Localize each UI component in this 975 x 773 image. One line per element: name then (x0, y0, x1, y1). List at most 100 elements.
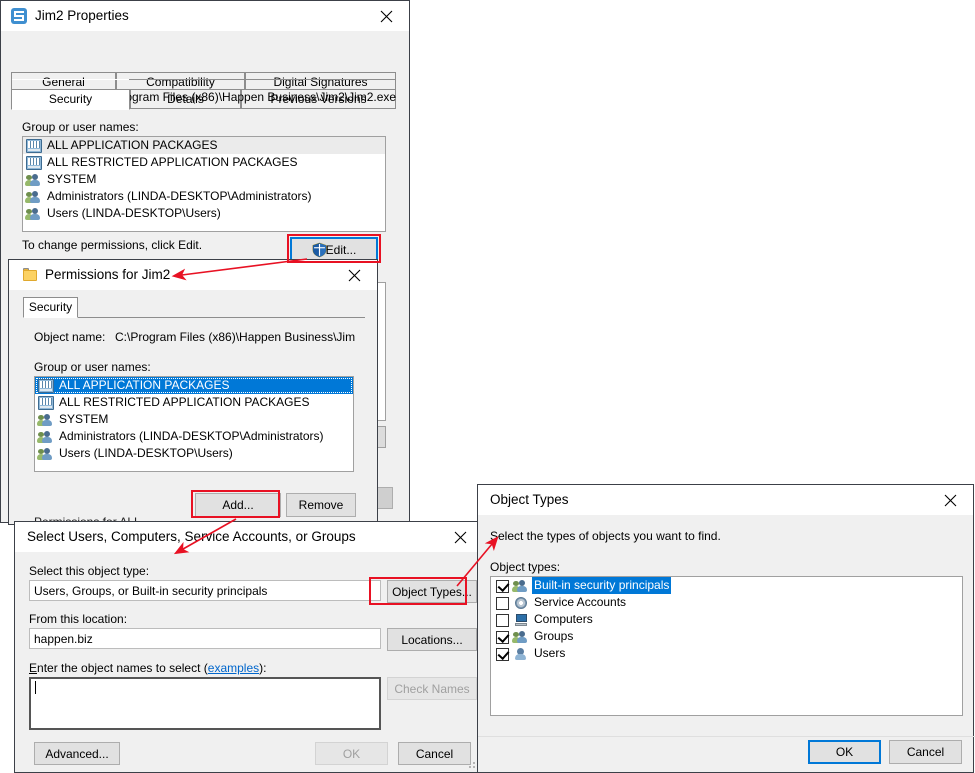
close-icon (380, 10, 393, 23)
select-users-window[interactable]: Select Users, Computers, Service Account… (14, 521, 484, 773)
object-type-row[interactable]: Built-in security principals (491, 577, 962, 594)
enter-names-label: Enter the object names to select (exampl… (29, 661, 266, 675)
group-icon (513, 579, 529, 593)
list-item[interactable]: ALL APPLICATION PACKAGES (35, 377, 353, 394)
service-gear-icon (513, 596, 529, 610)
location-field[interactable]: happen.biz (29, 628, 381, 649)
group-icon (26, 173, 42, 187)
remove-button[interactable]: Remove (286, 493, 356, 517)
tab-sel-notch (12, 79, 129, 80)
group-icon (513, 630, 529, 644)
properties-group-list[interactable]: ALL APPLICATION PACKAGES ALL RESTRICTED … (22, 136, 386, 232)
select-users-ok-button[interactable]: OK (315, 742, 388, 765)
permissions-title-bar[interactable]: Permissions for Jim2 (9, 260, 377, 290)
list-item[interactable]: ALL RESTRICTED APPLICATION PACKAGES (23, 154, 385, 171)
locations-button-label: Locations... (388, 633, 476, 647)
properties-object-name-value: C:\Program Files (x86)\Happen Business\J… (98, 90, 396, 104)
object-types-title: Object Types (490, 492, 569, 507)
from-location-label: From this location: (29, 612, 127, 626)
group-icon (38, 430, 54, 444)
permissions-group-list[interactable]: ALL APPLICATION PACKAGES ALL RESTRICTED … (34, 376, 354, 472)
object-type-label: Users (532, 645, 567, 662)
check-names-button-label: Check Names (388, 682, 476, 696)
object-types-ok-label: OK (810, 745, 879, 759)
checkbox-built-in-security-principals[interactable] (496, 580, 509, 593)
properties-hint: To change permissions, click Edit. (22, 238, 202, 252)
close-icon (348, 269, 361, 282)
edit-button-label: Edit... (306, 243, 376, 257)
select-users-cancel-button[interactable]: Cancel (398, 742, 471, 765)
checkbox-service-accounts[interactable] (496, 597, 509, 610)
object-type-label: Service Accounts (532, 594, 628, 611)
group-icon (26, 190, 42, 204)
properties-title-bar[interactable]: Jim2 Properties (1, 1, 409, 31)
user-icon (513, 647, 529, 661)
group-icon (38, 413, 54, 427)
permissions-object-name-value: C:\Program Files (x86)\Happen Business\J… (115, 330, 355, 344)
permissions-window[interactable]: Permissions for Jim2 Security Object nam… (8, 259, 378, 525)
app-packages-icon (38, 379, 54, 393)
list-item[interactable]: ALL RESTRICTED APPLICATION PACKAGES (35, 394, 353, 411)
checkbox-computers[interactable] (496, 614, 509, 627)
object-type-row[interactable]: Users (491, 645, 962, 662)
folder-icon (23, 268, 38, 281)
object-type-row[interactable]: Groups (491, 628, 962, 645)
group-icon (26, 207, 42, 221)
add-button[interactable]: Add... (195, 493, 281, 517)
select-users-ok-label: OK (316, 747, 387, 761)
group-icon (38, 447, 54, 461)
object-type-field[interactable]: Users, Groups, or Built-in security prin… (29, 580, 381, 601)
advanced-button-label: Advanced... (35, 747, 119, 761)
list-item[interactable]: SYSTEM (23, 171, 385, 188)
properties-close-button[interactable] (365, 1, 409, 31)
check-names-button[interactable]: Check Names (387, 677, 477, 700)
list-item[interactable]: SYSTEM (35, 411, 353, 428)
app-packages-icon (38, 396, 54, 410)
close-icon (944, 494, 957, 507)
object-types-title-bar[interactable]: Object Types (478, 485, 973, 515)
examples-link[interactable]: examples (208, 661, 259, 675)
object-type-row[interactable]: Computers (491, 611, 962, 628)
checkbox-groups[interactable] (496, 631, 509, 644)
object-types-window[interactable]: Object Types Select the types of objects… (477, 484, 974, 773)
advanced-button[interactable]: Advanced... (34, 742, 120, 765)
list-item[interactable]: ALL APPLICATION PACKAGES (23, 137, 385, 154)
object-type-row[interactable]: Service Accounts (491, 594, 962, 611)
text-caret (35, 681, 36, 694)
computer-icon (513, 613, 529, 627)
object-type-label: Groups (532, 628, 575, 645)
object-names-input[interactable] (29, 677, 381, 730)
permissions-close-button[interactable] (333, 260, 377, 290)
add-button-label: Add... (196, 498, 280, 512)
list-item[interactable]: Administrators (LINDA-DESKTOP\Administra… (23, 188, 385, 205)
object-types-list-label: Object types: (490, 560, 560, 574)
object-type-label: Computers (532, 611, 595, 628)
checkbox-users[interactable] (496, 648, 509, 661)
object-types-cancel-button[interactable]: Cancel (889, 740, 962, 764)
object-types-button[interactable]: Object Types... (387, 580, 477, 603)
object-type-label: Built-in security principals (532, 577, 671, 594)
tab-security[interactable]: Security (11, 89, 130, 110)
select-users-title-bar[interactable]: Select Users, Computers, Service Account… (15, 522, 483, 552)
perm-tab-notch (24, 317, 77, 318)
button-bar-divider (478, 736, 975, 737)
object-types-cancel-label: Cancel (890, 745, 961, 759)
app-packages-icon (26, 156, 42, 170)
tab-security[interactable]: Security (23, 297, 78, 318)
jim2-app-icon (11, 8, 27, 24)
object-type-label: Select this object type: (29, 564, 149, 578)
properties-title: Jim2 Properties (35, 8, 129, 23)
object-types-list[interactable]: Built-in security principals Service Acc… (490, 576, 963, 716)
list-item[interactable]: Users (LINDA-DESKTOP\Users) (35, 445, 353, 462)
close-icon (454, 531, 467, 544)
permissions-object-name-label: Object name: (34, 330, 105, 344)
object-types-button-label: Object Types... (388, 585, 476, 599)
object-types-close-button[interactable] (929, 485, 973, 515)
list-item[interactable]: Administrators (LINDA-DESKTOP\Administra… (35, 428, 353, 445)
properties-group-label: Group or user names: (22, 120, 139, 134)
remove-button-label: Remove (287, 498, 355, 512)
list-item[interactable]: Users (LINDA-DESKTOP\Users) (23, 205, 385, 222)
permissions-title: Permissions for Jim2 (45, 267, 170, 282)
object-types-ok-button[interactable]: OK (808, 740, 881, 764)
locations-button[interactable]: Locations... (387, 628, 477, 651)
